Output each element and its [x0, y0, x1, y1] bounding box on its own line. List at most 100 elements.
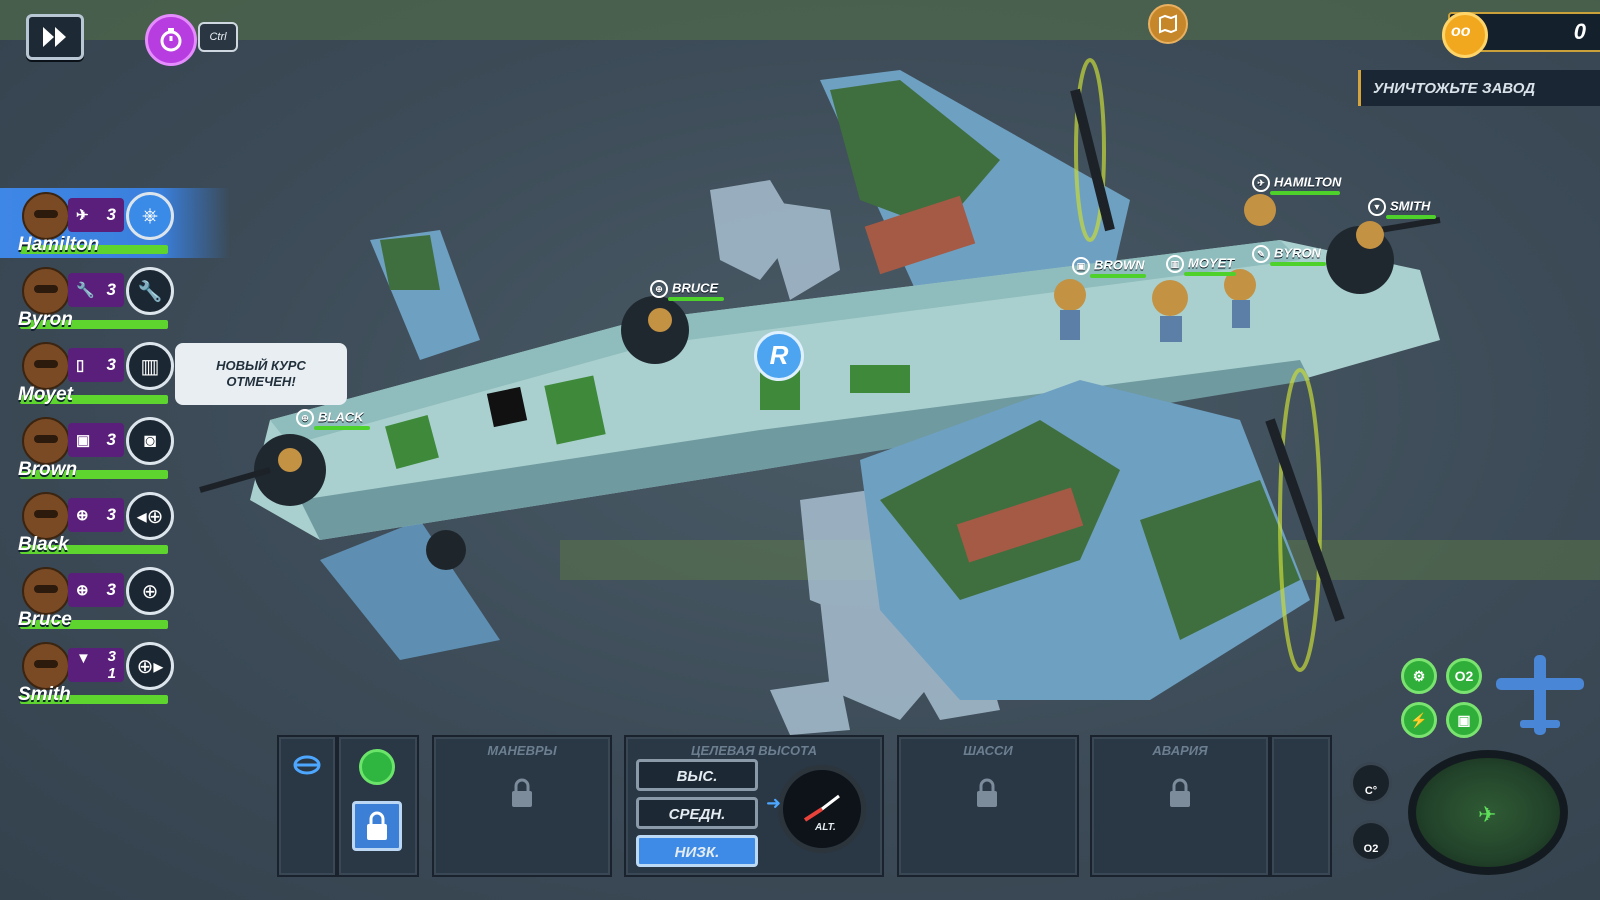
avatar: [22, 192, 70, 240]
radio-icon[interactable]: ◙: [126, 417, 174, 465]
engine-status-icon: ⚙: [1401, 658, 1437, 694]
pilot-station-panel: [277, 735, 337, 877]
crew-card-smith[interactable]: 31 ▼ ⊕▸ Smith: [0, 638, 230, 708]
maneuvers-panel: МАНЕВРЫ: [432, 735, 612, 877]
turret-top-icon[interactable]: ⊕: [126, 567, 174, 615]
maneuvers-title: МАНЕВРЫ: [487, 743, 557, 758]
skill-badge: ▣ 3: [68, 423, 124, 457]
tag-brown[interactable]: ▣ BROWN: [1072, 257, 1146, 278]
target-altitude-panel: ЦЕЛЕВАЯ ВЫСОТА ВЫС. СРЕДН. НИЗК. ALT. ➜: [624, 735, 884, 877]
wrench-icon[interactable]: 🔧: [126, 267, 174, 315]
electric-status-icon: ⚡: [1401, 702, 1437, 738]
turret-left-icon[interactable]: ◂⊕: [126, 492, 174, 540]
autopilot-lock-button[interactable]: [352, 801, 402, 851]
avatar: [22, 567, 70, 615]
crew-name: Brown: [18, 459, 78, 480]
speech-bubble: НОВЫЙ КУРС ОТМЕЧЕН!: [175, 343, 347, 405]
arrow-right-icon: ➜: [766, 793, 782, 813]
crosshair-icon: ⊕: [76, 582, 89, 599]
autopilot-panel: [337, 735, 419, 877]
bomb-icon: ▼: [76, 650, 91, 667]
altitude-gauge-label: ALT.: [815, 822, 836, 833]
ctrl-key-hint: Ctrl: [198, 22, 238, 52]
skill-badge: ⊕ 3: [68, 573, 124, 607]
map-icon: ▯: [76, 357, 85, 374]
score-value: 0: [1573, 19, 1586, 44]
avatar: [22, 492, 70, 540]
crew-card-hamilton[interactable]: ✈ 3 ⎈ Hamilton: [0, 188, 230, 258]
repair-marker-icon[interactable]: R: [754, 331, 804, 381]
skill-badge: ⊕ 3: [68, 498, 124, 532]
skill-badge: 🔧 3: [68, 273, 124, 307]
landing-wheel: [426, 530, 466, 570]
speech-line-1: НОВЫЙ КУРС: [216, 358, 306, 373]
stopwatch-icon: [160, 28, 182, 52]
plane-damage-diagram-icon: [1496, 655, 1584, 735]
steering-wheel-icon: [293, 755, 321, 775]
fast-forward-button[interactable]: [26, 14, 84, 60]
tag-smith[interactable]: ▼ SMITH: [1368, 198, 1436, 219]
landing-gear-panel: ШАССИ: [897, 735, 1079, 877]
emergency-panel: АВАРИЯ: [1090, 735, 1270, 877]
avatar: [22, 642, 70, 690]
player-plane-icon: ✈: [1478, 802, 1497, 827]
crew-name: Hamilton: [18, 234, 100, 255]
avatar: [22, 267, 70, 315]
gauge-needle-icon: [803, 794, 840, 822]
skill-badge: ▯ 3: [68, 348, 124, 382]
tag-byron[interactable]: ✎ BYRON: [1252, 245, 1326, 266]
lock-icon: [977, 778, 997, 807]
crew-name: Byron: [18, 309, 73, 330]
map-icon: ▥: [1166, 255, 1184, 273]
oxygen-gauge: O2: [1350, 820, 1392, 862]
extra-slot-panel: [1270, 735, 1332, 877]
radio-icon: ▣: [1072, 257, 1090, 275]
crew-name: Smith: [18, 684, 71, 705]
bomb-icon: ▼: [1368, 198, 1386, 216]
skill-badge: ✈ 3: [68, 198, 124, 232]
radio-icon: ▣: [76, 432, 91, 449]
lock-icon: [512, 778, 532, 807]
altitude-gauge: ALT.: [778, 765, 866, 853]
avatar: [22, 342, 70, 390]
avatar: [22, 417, 70, 465]
crosshair-icon: ⊕: [76, 507, 89, 524]
tag-moyet[interactable]: ▥ MOYET: [1166, 255, 1236, 276]
map-icon[interactable]: ▥: [126, 342, 174, 390]
wrench-icon: 🔧: [76, 282, 95, 299]
turret-right-icon[interactable]: ⊕▸: [126, 642, 174, 690]
altitude-low-button[interactable]: НИЗК.: [636, 835, 758, 867]
wrench-icon: ✎: [1252, 245, 1270, 263]
stopwatch-button[interactable]: [145, 14, 197, 66]
pilot-icon: ✈: [1252, 174, 1270, 192]
crew-card-bruce[interactable]: ⊕ 3 ⊕ Bruce: [0, 563, 230, 633]
crew-name: Black: [18, 534, 69, 555]
mission-objective: УНИЧТОЖЬТЕ ЗАВОД: [1358, 70, 1600, 106]
crew-card-black[interactable]: ⊕ 3 ◂⊕ Black: [0, 488, 230, 558]
status-light-icon: [359, 749, 395, 785]
crosshair-icon: ⊕: [296, 409, 314, 427]
radar-minimap[interactable]: ✈: [1408, 750, 1568, 875]
landing-gear-title: ШАССИ: [963, 743, 1013, 758]
lock-icon: [367, 811, 387, 840]
fast-forward-icon: [43, 27, 66, 47]
tag-bruce[interactable]: ⊕ BRUCE: [650, 280, 724, 301]
altitude-medium-button[interactable]: СРЕДН.: [636, 797, 758, 829]
score-counter: oo 0: [1442, 12, 1600, 58]
tag-hamilton[interactable]: ✈ HAMILTON: [1252, 174, 1341, 195]
crosshair-icon: ⊕: [650, 280, 668, 298]
crew-name: Bruce: [18, 609, 72, 630]
crew-card-brown[interactable]: ▣ 3 ◙ Brown: [0, 413, 230, 483]
crew-name: Moyet: [18, 384, 73, 405]
medal-icon: oo: [1442, 12, 1488, 58]
tail-wing-lower: [320, 520, 500, 660]
map-icon: [1159, 14, 1177, 34]
tag-black[interactable]: ⊕ BLACK: [296, 409, 370, 430]
steering-wheel-icon[interactable]: ⎈: [126, 192, 174, 240]
map-button[interactable]: [1148, 4, 1188, 44]
altitude-high-button[interactable]: ВЫС.: [636, 759, 758, 791]
crew-card-byron[interactable]: 🔧 3 🔧 Byron: [0, 263, 230, 333]
fuel-status-icon: ▣: [1446, 702, 1482, 738]
lock-icon: [1170, 778, 1190, 807]
target-altitude-title: ЦЕЛЕВАЯ ВЫСОТА: [690, 743, 817, 758]
